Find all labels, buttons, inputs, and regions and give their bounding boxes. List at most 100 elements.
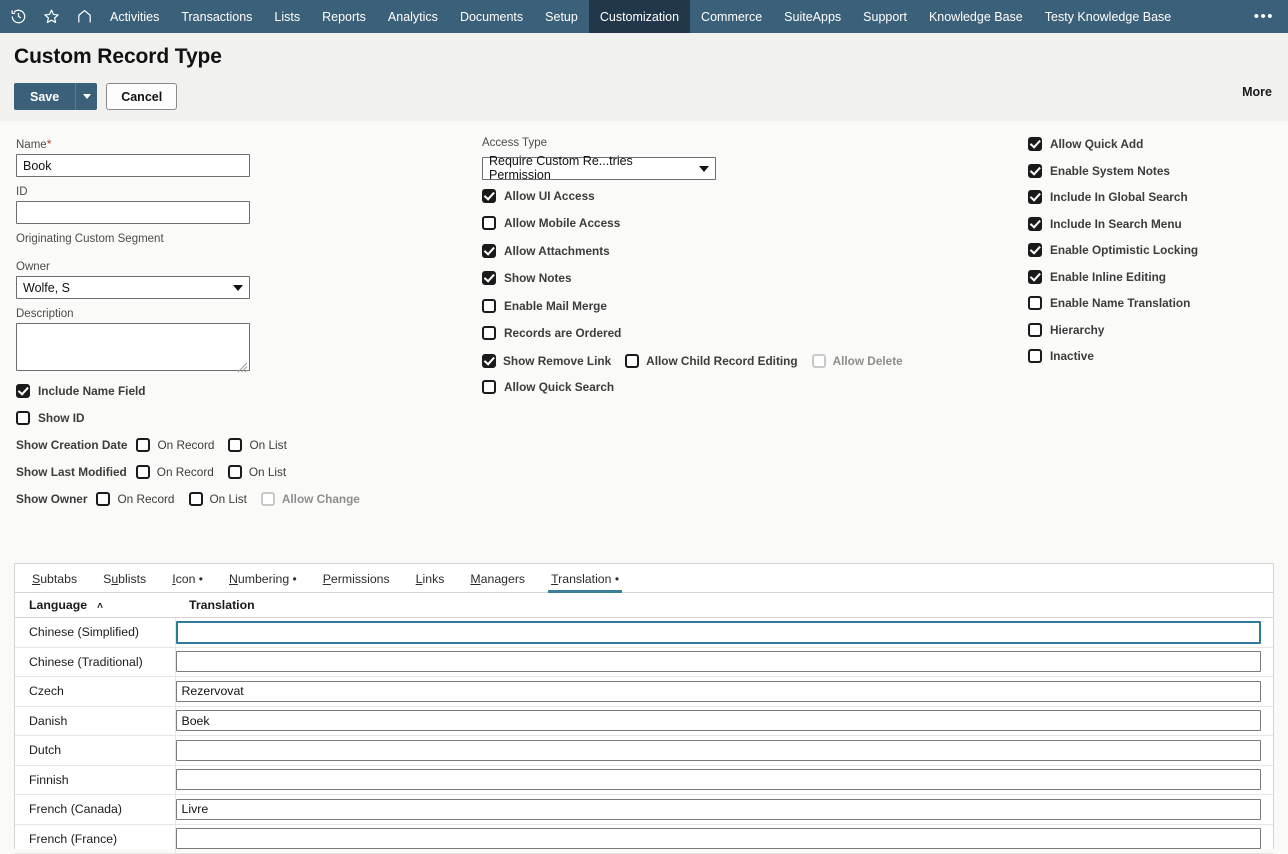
- translation-input-dutch[interactable]: [175, 739, 1261, 761]
- tab-icon[interactable]: Icon •: [159, 572, 216, 592]
- tab-translation[interactable]: Translation •: [538, 572, 632, 594]
- show-notes-row[interactable]: Show Notes: [482, 271, 1002, 285]
- nav-item-knowledge-base[interactable]: Knowledge Base: [918, 0, 1034, 33]
- show-owner-on-list-checkbox[interactable]: [188, 492, 203, 506]
- inactive-row[interactable]: Inactive: [1028, 349, 1278, 363]
- translation-input-czech[interactable]: [175, 680, 1261, 702]
- enable-optimistic-locking-row[interactable]: Enable Optimistic Locking: [1028, 243, 1278, 257]
- allow-quick-search-checkbox[interactable]: [482, 379, 496, 394]
- translation-input-chinese-simplified[interactable]: [175, 620, 1261, 644]
- show-remove-link-group[interactable]: Show Remove Link: [482, 353, 611, 368]
- nav-item-documents[interactable]: Documents: [449, 0, 534, 33]
- nav-item-lists[interactable]: Lists: [263, 0, 311, 33]
- enable-system-notes-checkbox[interactable]: [1028, 163, 1042, 178]
- nav-item-activities[interactable]: Activities: [99, 0, 170, 33]
- enable-name-translation-row[interactable]: Enable Name Translation: [1028, 296, 1278, 310]
- access-type-select[interactable]: Require Custom Re...tries Permission: [482, 154, 716, 182]
- allow-quick-search-row[interactable]: Allow Quick Search: [482, 379, 1002, 394]
- hierarchy-row[interactable]: Hierarchy: [1028, 322, 1278, 337]
- allow-quick-add-row[interactable]: Allow Quick Add: [1028, 137, 1278, 151]
- include-name-field-checkbox[interactable]: [16, 384, 30, 398]
- allow-attachments-row[interactable]: Allow Attachments: [482, 243, 1002, 258]
- allow-mobile-access-row[interactable]: Allow Mobile Access: [482, 216, 1002, 230]
- enable-mail-merge-row[interactable]: Enable Mail Merge: [482, 298, 1002, 313]
- id-input[interactable]: [16, 201, 250, 224]
- nav-item-customization[interactable]: Customization: [588, 0, 691, 33]
- show-owner-on-record[interactable]: On Record: [96, 492, 175, 506]
- show-last-modified-on-record-checkbox[interactable]: [135, 465, 150, 479]
- owner-select[interactable]: Wolfe, S: [16, 276, 250, 299]
- save-dropdown-button[interactable]: [75, 83, 98, 110]
- nav-item-transactions[interactable]: Transactions: [170, 0, 263, 33]
- enable-system-notes-row[interactable]: Enable System Notes: [1028, 163, 1278, 178]
- recent-history-icon[interactable]: [10, 8, 27, 25]
- allow-mobile-access-checkbox[interactable]: [482, 216, 496, 230]
- enable-name-translation-checkbox[interactable]: [1028, 296, 1042, 310]
- save-split-button: Save: [14, 83, 98, 110]
- allow-child-record-editing-checkbox[interactable]: [625, 353, 640, 368]
- translation-input-danish[interactable]: [175, 710, 1261, 732]
- show-creation-date-on-list-checkbox[interactable]: [228, 438, 243, 452]
- show-last-modified-on-list-checkbox[interactable]: [227, 465, 242, 479]
- include-name-field-row[interactable]: Include Name Field: [16, 384, 466, 398]
- translation-input-french-canada[interactable]: [175, 798, 1261, 820]
- enable-inline-editing-checkbox[interactable]: [1028, 269, 1042, 284]
- name-input[interactable]: [16, 154, 250, 177]
- enable-mail-merge-checkbox[interactable]: [482, 298, 496, 313]
- translation-input-finnish[interactable]: [175, 769, 1261, 791]
- show-last-modified-on-list[interactable]: On List: [227, 465, 286, 479]
- tab-sublists[interactable]: Sublists: [90, 572, 159, 592]
- include-in-search-menu-checkbox[interactable]: [1028, 216, 1042, 231]
- tab-permissions[interactable]: Permissions: [310, 572, 403, 592]
- show-id-checkbox[interactable]: [16, 411, 30, 425]
- nav-item-suiteapps[interactable]: SuiteApps: [773, 0, 852, 33]
- enable-inline-editing-row[interactable]: Enable Inline Editing: [1028, 269, 1278, 284]
- id-field-group: ID: [16, 186, 466, 224]
- allow-quick-add-checkbox[interactable]: [1028, 137, 1042, 151]
- allow-ui-access-row[interactable]: Allow UI Access: [482, 188, 1002, 203]
- save-button[interactable]: Save: [14, 83, 76, 110]
- allow-ui-access-checkbox[interactable]: [482, 188, 496, 203]
- nav-item-testy-knowledge-base[interactable]: Testy Knowledge Base: [1034, 0, 1182, 33]
- tab-subtabs[interactable]: Subtabs: [19, 572, 90, 592]
- show-remove-link-checkbox[interactable]: [482, 353, 496, 368]
- nav-item-commerce[interactable]: Commerce: [690, 0, 773, 33]
- tab-managers[interactable]: Managers: [457, 572, 538, 592]
- include-in-search-menu-row[interactable]: Include In Search Menu: [1028, 216, 1278, 231]
- show-creation-date-on-list[interactable]: On List: [228, 438, 287, 452]
- include-in-global-search-row[interactable]: Include In Global Search: [1028, 190, 1278, 204]
- show-last-modified-on-record[interactable]: On Record: [135, 465, 214, 479]
- translation-input-chinese-traditional[interactable]: [175, 651, 1261, 673]
- show-notes-checkbox[interactable]: [482, 271, 496, 285]
- cancel-button[interactable]: Cancel: [106, 83, 178, 110]
- include-in-global-search-checkbox[interactable]: [1028, 190, 1042, 204]
- more-link[interactable]: More: [1242, 85, 1272, 99]
- show-creation-date-on-record-checkbox[interactable]: [136, 438, 151, 452]
- column-header-translation[interactable]: Translation: [175, 593, 1273, 618]
- allow-attachments-checkbox[interactable]: [482, 243, 496, 258]
- show-owner-on-list[interactable]: On List: [188, 492, 247, 506]
- nav-item-analytics[interactable]: Analytics: [377, 0, 449, 33]
- description-textarea[interactable]: [16, 323, 250, 371]
- cell-language: French (Canada): [15, 794, 176, 825]
- nav-overflow-icon[interactable]: •••: [1240, 0, 1288, 33]
- favorites-star-icon[interactable]: [43, 8, 60, 25]
- home-icon[interactable]: [76, 8, 93, 25]
- show-id-row[interactable]: Show ID: [16, 411, 466, 425]
- hierarchy-checkbox[interactable]: [1028, 322, 1042, 337]
- records-are-ordered-row[interactable]: Records are Ordered: [482, 326, 1002, 340]
- enable-optimistic-locking-checkbox[interactable]: [1028, 243, 1042, 257]
- inactive-checkbox[interactable]: [1028, 349, 1042, 363]
- translation-input-french-france[interactable]: [175, 828, 1261, 850]
- column-header-language[interactable]: Language ˄: [15, 593, 175, 618]
- nav-item-setup[interactable]: Setup: [534, 0, 589, 33]
- nav-item-support[interactable]: Support: [852, 0, 918, 33]
- tab-numbering[interactable]: Numbering •: [216, 572, 310, 592]
- tab-links[interactable]: Links: [403, 572, 458, 592]
- nav-item-reports[interactable]: Reports: [311, 0, 377, 33]
- show-owner-on-record-checkbox[interactable]: [96, 492, 111, 506]
- records-are-ordered-checkbox[interactable]: [482, 326, 496, 340]
- show-creation-date-on-record[interactable]: On Record: [136, 438, 214, 452]
- cell-translation: [175, 735, 1273, 766]
- allow-child-record-editing-group[interactable]: Allow Child Record Editing: [625, 353, 798, 368]
